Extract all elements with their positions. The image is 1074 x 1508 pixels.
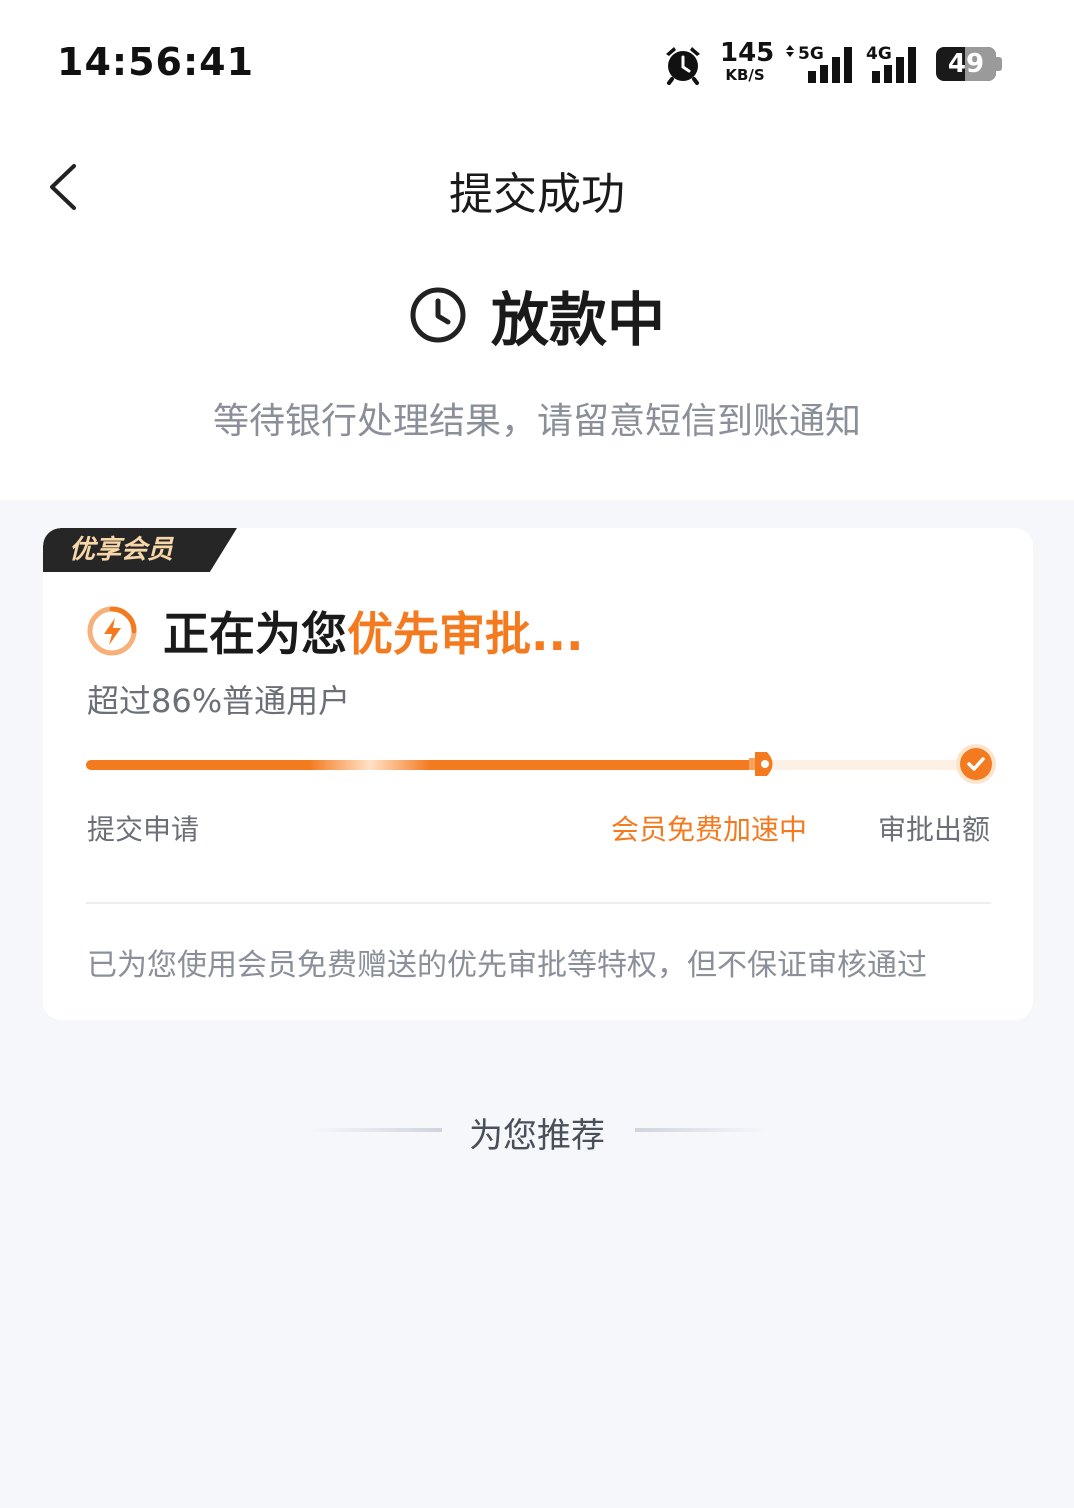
card-divider <box>86 902 991 904</box>
progress-fill <box>86 760 763 770</box>
status-bar: 14:56:41 145 KB/S 5G 4G 49 <box>0 0 1074 130</box>
recommend-title: 为您推荐 <box>469 1116 605 1156</box>
card-headline: 正在为您优先审批... <box>163 598 583 664</box>
signal-4g-label: 4G <box>866 44 892 64</box>
rocket-icon <box>749 752 773 776</box>
status-time: 14:56:41 <box>57 40 255 84</box>
recommend-header: 为您推荐 <box>0 1108 1074 1158</box>
vip-badge: 优享会员 <box>43 528 237 572</box>
step-submit: 提交申请 <box>87 813 200 846</box>
network-speed: 145 KB/S <box>720 38 775 84</box>
result-status: 放款中 <box>0 280 1074 354</box>
recommend-line-right <box>635 1128 767 1132</box>
headline-prefix: 正在为您 <box>163 607 347 661</box>
check-icon <box>960 748 992 780</box>
page-title: 提交成功 <box>449 169 625 220</box>
alarm-icon <box>666 47 700 85</box>
signal-5g-label: 5G <box>798 44 824 64</box>
battery-icon: 49 <box>936 47 996 81</box>
clock-icon <box>410 287 466 343</box>
headline-highlight: 优先审批... <box>347 607 584 661</box>
status-title: 放款中 <box>490 286 665 354</box>
network-speed-unit: KB/S <box>725 66 765 84</box>
progress-track <box>86 752 976 776</box>
card-subline: 超过86%普通用户 <box>87 682 351 720</box>
network-speed-value: 145 <box>720 38 775 68</box>
battery-percent: 49 <box>947 49 985 79</box>
signal-4g-icon: 4G <box>866 44 916 83</box>
member-card: 优享会员 正在为您优先审批... 超过86%普通用户 提交申请 会员免费加速中 … <box>43 528 1033 1020</box>
step-accelerating: 会员免费加速中 <box>611 813 808 846</box>
card-note: 已为您使用会员免费赠送的优先审批等特权，但不保证审核通过 <box>87 948 927 983</box>
step-approval: 审批出额 <box>878 813 991 846</box>
battery-tip <box>996 57 1002 71</box>
signal-5g-icon: 5G <box>786 44 852 83</box>
lightning-icon <box>87 606 137 656</box>
status-description: 等待银行处理结果，请留意短信到账通知 <box>212 401 861 442</box>
